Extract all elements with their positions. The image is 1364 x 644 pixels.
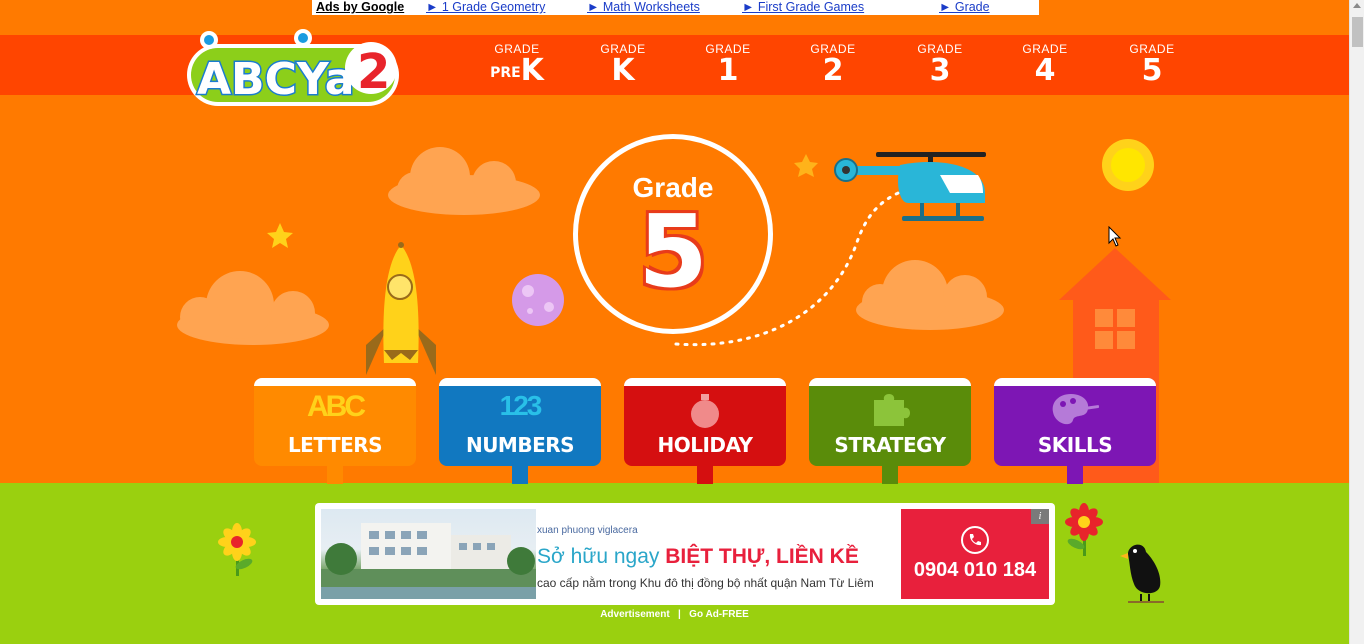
nav-grade-5[interactable]: GRADE 5 xyxy=(1112,42,1192,86)
category-cap xyxy=(809,378,971,386)
category-cap xyxy=(994,378,1156,386)
vertical-scrollbar[interactable] xyxy=(1349,0,1364,644)
ad-info-icon[interactable]: i xyxy=(1031,509,1049,524)
category-cap xyxy=(439,378,601,386)
category-label: LETTERS xyxy=(287,433,383,457)
scroll-thumb[interactable] xyxy=(1352,17,1363,47)
category-label: HOLIDAY xyxy=(657,433,753,457)
sign-post xyxy=(1067,466,1083,484)
category-numbers[interactable]: 123 NUMBERS xyxy=(439,378,601,484)
sun-icon xyxy=(1102,139,1154,191)
flower-icon xyxy=(1065,503,1103,556)
scroll-up-arrow-icon[interactable] xyxy=(1353,3,1361,8)
ad-link-math-worksheets[interactable]: ► Math Worksheets xyxy=(587,0,700,15)
rocket-icon xyxy=(366,242,436,375)
grade-small-label: GRADE xyxy=(494,42,540,56)
cloud-icon xyxy=(388,147,540,215)
category-label: SKILLS xyxy=(1037,433,1113,457)
category-label: STRATEGY xyxy=(834,433,946,457)
go-ad-free-link[interactable]: Go Ad-FREE xyxy=(689,609,749,620)
grade-badge: Grade 5 xyxy=(573,134,773,334)
grade-big-label: 3 xyxy=(929,53,951,88)
grade-big-label: 4 xyxy=(1034,53,1056,88)
category-holiday[interactable]: HOLIDAY xyxy=(624,378,786,484)
ad-phone-box[interactable]: 0904 010 184 xyxy=(901,509,1049,599)
ad-link-bar: Ads by Google ► 1 Grade Geometry ► Math … xyxy=(312,0,1039,15)
nav-grade-k[interactable]: GRADE K xyxy=(583,42,663,86)
star-icon xyxy=(267,223,293,248)
nav-grade-1[interactable]: GRADE 1 xyxy=(688,42,768,86)
grade-big-label: 1 xyxy=(717,53,739,88)
category-letters[interactable]: ABC LETTERS xyxy=(254,378,416,484)
123-icon: 123 xyxy=(499,390,543,421)
ad-phone-number: 0904 010 184 xyxy=(913,559,1037,581)
mouse-cursor-icon xyxy=(1108,226,1122,247)
planet-icon xyxy=(512,274,564,326)
nav-grade-3[interactable]: GRADE 3 xyxy=(900,42,980,86)
cloud-icon xyxy=(177,271,329,345)
bird-icon xyxy=(1120,544,1164,603)
category-strategy[interactable]: STRATEGY xyxy=(809,378,971,484)
ad-link-first-grade-games[interactable]: ► First Grade Games xyxy=(742,0,864,15)
separator: | xyxy=(678,609,681,620)
ad-link-grade-geometry[interactable]: ► 1 Grade Geometry xyxy=(426,0,545,15)
grade-badge-number: 5 xyxy=(638,193,708,310)
ad-subtext: cao cấp nằm trong Khu đô thị đồng bộ nhấ… xyxy=(537,576,874,590)
sign-post xyxy=(512,466,528,484)
grade-big-label: 2 xyxy=(822,53,844,88)
nav-grade-2[interactable]: GRADE 2 xyxy=(793,42,873,86)
ad-footer-links: Advertisement | Go Ad-FREE xyxy=(0,609,1349,620)
villa-image xyxy=(321,523,536,599)
ad-photo xyxy=(321,509,536,599)
phone-icon xyxy=(961,526,989,554)
grade-big-label: 5 xyxy=(1141,53,1163,88)
grade-big-label: K xyxy=(520,53,544,88)
ad-creative: xuan phuong viglacera Sở hữu ngay BIỆT T… xyxy=(321,509,1049,599)
logo-badge: 2 xyxy=(357,44,390,100)
helicopter-icon xyxy=(834,152,986,221)
advertisement-label: Advertisement xyxy=(600,609,670,620)
palette-icon xyxy=(1052,394,1100,425)
abc-icon: ABC xyxy=(307,390,366,423)
ornament-icon xyxy=(691,394,719,428)
nav-grade-prek[interactable]: GRADE PREK xyxy=(477,42,557,88)
ads-by-google-link[interactable]: Ads by Google xyxy=(316,0,404,15)
ad-brand: xuan phuong viglacera xyxy=(537,525,638,536)
sign-post xyxy=(882,466,898,484)
sign-post xyxy=(697,466,713,484)
ad-headline-a: Sở hữu ngay xyxy=(537,545,660,568)
flower-icon xyxy=(218,523,256,576)
ad-link-grade[interactable]: ► Grade xyxy=(939,0,990,15)
category-label: NUMBERS xyxy=(465,433,575,457)
ad-banner[interactable]: xuan phuong viglacera Sở hữu ngay BIỆT T… xyxy=(315,503,1055,605)
category-skills[interactable]: SKILLS xyxy=(994,378,1156,484)
ad-headline-b: BIỆT THỰ, LIỀN KỀ xyxy=(665,545,859,568)
cloud-icon xyxy=(856,260,1004,330)
grade-big-label: K xyxy=(611,53,635,88)
category-cap xyxy=(254,378,416,386)
puzzle-icon xyxy=(874,394,910,426)
star-icon xyxy=(794,154,818,177)
sign-post xyxy=(327,466,343,484)
category-cap xyxy=(624,378,786,386)
grade-pre-label: PRE xyxy=(490,65,521,81)
ad-headline: Sở hữu ngay BIỆT THỰ, LIỀN KỀ xyxy=(537,545,859,569)
nav-grade-4[interactable]: GRADE 4 xyxy=(1005,42,1085,86)
